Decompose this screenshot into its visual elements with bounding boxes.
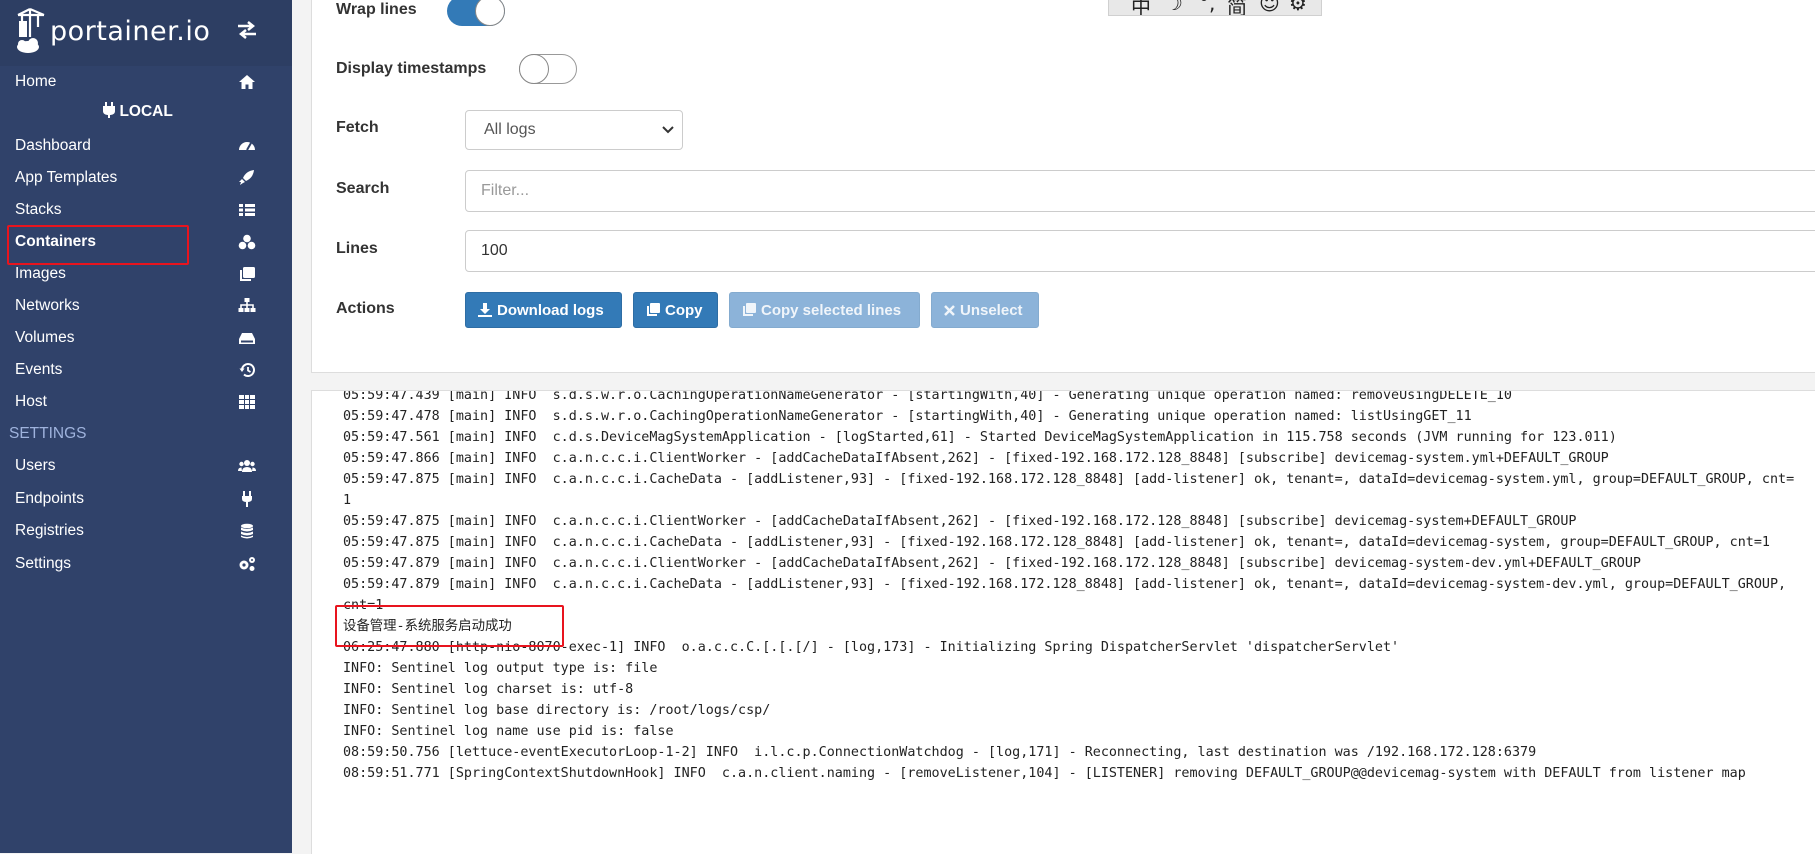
log-line[interactable]: 05:59:47.879 [main] INFO c.a.n.c.c.i.Cac… [343, 574, 1815, 595]
sidebar-item-networks[interactable]: Networks [0, 290, 292, 322]
th-icon [239, 395, 255, 409]
toggle-knob [518, 53, 549, 84]
history-icon [239, 363, 255, 378]
sidebar-item-label: Dashboard [15, 137, 91, 154]
sidebar-item-label: Volumes [15, 329, 75, 346]
database-icon [241, 523, 253, 539]
sidebar-item-settings[interactable]: Settings [0, 548, 292, 580]
sidebar-item-app-templates[interactable]: App Templates [0, 162, 292, 194]
log-line[interactable]: 05:59:47.875 [main] INFO c.a.n.c.c.i.Cac… [343, 469, 1815, 490]
log-line[interactable]: 05:59:47.561 [main] INFO c.d.s.DeviceMag… [343, 427, 1815, 448]
log-line[interactable]: 05:59:47.866 [main] INFO c.a.n.c.c.i.Cli… [343, 448, 1815, 469]
sidebar-item-label: Host [15, 393, 47, 410]
plug-icon [242, 491, 252, 507]
ime-chinese-mode[interactable]: 中 [1131, 0, 1151, 15]
lines-label: Lines [336, 240, 378, 257]
plug-icon [103, 102, 116, 118]
endpoint-name: LOCAL [0, 102, 276, 121]
sidebar-item-registries[interactable]: Registries [0, 515, 292, 547]
log-line[interactable]: INFO: Sentinel log base directory is: /r… [343, 700, 1815, 721]
users-icon [238, 460, 256, 472]
sidebar-item-endpoints[interactable]: Endpoints [0, 483, 292, 515]
startup-success-highlight-box [335, 605, 564, 647]
containers-highlight-box [7, 225, 189, 265]
fetch-label: Fetch [336, 119, 379, 136]
search-input[interactable]: Filter... [465, 170, 1815, 212]
sidebar-item-label: Home [15, 73, 57, 90]
fetch-selected-value: All logs [484, 121, 536, 138]
copy-icon [647, 303, 660, 316]
ime-toolbar[interactable]: 中 ☽ °, 简 ☺ ⚙ [1108, 0, 1322, 16]
sidebar-item-label: Stacks [15, 201, 62, 218]
search-label: Search [336, 180, 390, 197]
actions-label: Actions [336, 300, 395, 317]
portainer-logo[interactable]: portainer.io [14, 6, 210, 56]
log-line[interactable]: INFO: Sentinel log name use pid is: fals… [343, 721, 1815, 742]
rocket-icon [239, 170, 254, 185]
fetch-select[interactable]: All logs [465, 110, 683, 150]
lines-input[interactable]: 100 [465, 230, 1815, 272]
log-line[interactable]: 05:59:47.875 [main] INFO c.a.n.c.c.i.Cac… [343, 532, 1815, 553]
wrap-lines-toggle[interactable] [447, 0, 505, 26]
sidebar-item-volumes[interactable]: Volumes [0, 322, 292, 354]
copy-selected-lines-button[interactable]: Copy selected lines [729, 292, 920, 328]
copy-button[interactable]: Copy [633, 292, 718, 328]
settings-section-header: SETTINGS [9, 425, 87, 442]
clone-icon [240, 267, 255, 281]
sidebar-item-label: App Templates [15, 169, 118, 186]
brand-name: portainer.io [50, 15, 211, 47]
sidebar-item-label: Endpoints [15, 490, 84, 507]
log-line[interactable]: INFO: Sentinel log charset is: utf-8 [343, 679, 1815, 700]
display-timestamps-label: Display timestamps [336, 60, 487, 77]
sidebar-item-label: Settings [15, 555, 72, 572]
th-list-icon [239, 204, 255, 216]
log-line[interactable]: INFO: Sentinel log output type is: file [343, 658, 1815, 679]
sidebar-item-label: Images [15, 265, 66, 282]
sidebar: portainer.io Home LOCAL Dashboard App Te… [0, 0, 292, 853]
brand-bar: portainer.io [0, 0, 292, 66]
sidebar-item-dashboard[interactable]: Dashboard [0, 130, 292, 162]
close-icon [944, 304, 955, 316]
unselect-button[interactable]: Unselect [931, 292, 1039, 328]
sidebar-item-stacks[interactable]: Stacks [0, 194, 292, 226]
sidebar-item-label: Networks [15, 297, 80, 314]
log-line[interactable]: 05:59:47.478 [main] INFO s.d.s.w.r.o.Cac… [343, 406, 1815, 427]
log-line[interactable]: 05:59:47.439 [main] INFO s.d.s.w.r.o.Cac… [343, 391, 1815, 406]
sitemap-icon [238, 298, 256, 312]
gear-icon[interactable]: ⚙ [1289, 0, 1307, 15]
display-timestamps-toggle[interactable] [518, 53, 577, 84]
sidebar-item-events[interactable]: Events [0, 354, 292, 386]
punctuation-icon[interactable]: °, [1199, 0, 1215, 15]
ime-simplified[interactable]: 简 [1227, 0, 1247, 15]
copy-icon [743, 303, 756, 316]
cogs-icon [239, 557, 255, 571]
download-logs-button[interactable]: Download logs [465, 292, 622, 328]
crane-icon [17, 7, 45, 53]
sidebar-item-host[interactable]: Host [0, 386, 292, 418]
log-line[interactable]: 05:59:47.879 [main] INFO c.a.n.c.c.i.Cli… [343, 553, 1815, 574]
log-line[interactable]: 05:59:47.875 [main] INFO c.a.n.c.c.i.Cli… [343, 511, 1815, 532]
exchange-icon[interactable] [236, 20, 258, 40]
sidebar-item-label: Users [15, 457, 56, 474]
cubes-icon [238, 234, 256, 250]
log-line[interactable]: 08:59:51.771 [SpringContextShutdownHook]… [343, 763, 1815, 784]
log-lines: 05:59:47.439 [main] INFO s.d.s.w.r.o.Cac… [343, 391, 1815, 784]
log-line[interactable]: 1 [343, 490, 1815, 511]
sidebar-item-label: Events [15, 361, 63, 378]
moon-icon[interactable]: ☽ [1165, 0, 1183, 15]
download-icon [478, 303, 492, 317]
home-icon [239, 75, 255, 89]
sidebar-item-label: Registries [15, 522, 84, 539]
log-line[interactable]: 08:59:50.756 [lettuce-eventExecutorLoop-… [343, 742, 1815, 763]
chevron-down-icon [662, 126, 674, 134]
hdd-icon [239, 333, 255, 344]
smiley-icon[interactable]: ☺ [1259, 0, 1280, 15]
wrap-lines-label: Wrap lines [336, 1, 417, 18]
sidebar-item-users[interactable]: Users [0, 450, 292, 482]
sidebar-item-home[interactable]: Home [0, 66, 292, 98]
tachometer-icon [239, 142, 255, 151]
